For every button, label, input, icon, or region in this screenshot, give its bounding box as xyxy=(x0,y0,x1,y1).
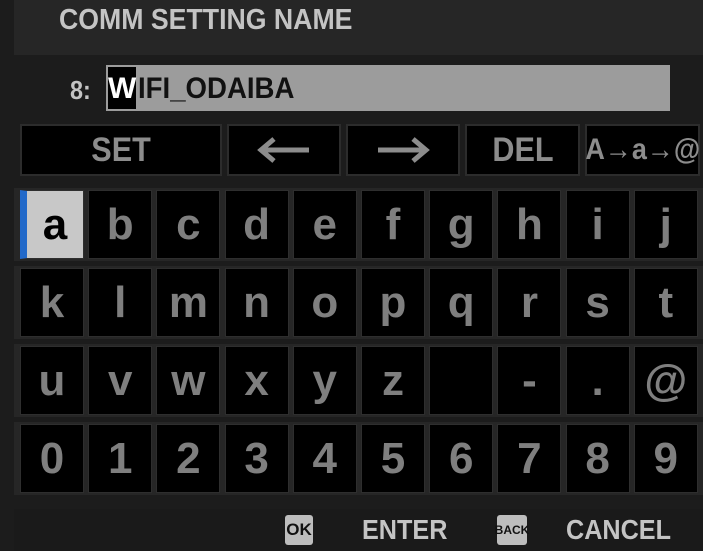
case-toggle-label: A→a→@ xyxy=(585,133,700,166)
name-entry-row: 8: W IFI_ODAIBA xyxy=(14,57,703,120)
keyboard-key[interactable]: 7 xyxy=(497,424,562,493)
keyboard-key[interactable]: x xyxy=(224,346,289,415)
keyboard-key[interactable]: y xyxy=(292,346,357,415)
keyboard-key[interactable]: 8 xyxy=(565,424,630,493)
keyboard-key[interactable]: n xyxy=(224,268,289,337)
slot-number-label: 8: xyxy=(70,75,91,105)
page-title: COMM SETTING NAME xyxy=(59,4,353,36)
keyboard-key[interactable]: 0 xyxy=(20,424,84,493)
keyboard-key[interactable]: 5 xyxy=(361,424,425,493)
keyboard-key[interactable]: f xyxy=(361,190,425,259)
keyboard-key[interactable]: - xyxy=(497,346,562,415)
keyboard-key[interactable]: q xyxy=(429,268,494,337)
keyboard-key[interactable]: 2 xyxy=(156,424,221,493)
keyboard-key[interactable]: 4 xyxy=(292,424,357,493)
keyboard-key[interactable]: z xyxy=(361,346,425,415)
keyboard-key[interactable]: e xyxy=(292,190,357,259)
header-bar: COMM SETTING NAME xyxy=(14,0,703,55)
keyboard-key[interactable]: m xyxy=(156,268,221,337)
footer-bar: OK ENTER BACK CANCEL xyxy=(14,509,703,551)
keyboard-key[interactable]: w xyxy=(156,346,221,415)
keyboard-key[interactable]: d xyxy=(224,190,289,259)
keyboard-key[interactable]: s xyxy=(565,268,630,337)
enter-label[interactable]: ENTER xyxy=(362,514,447,546)
keyboard-key[interactable]: 6 xyxy=(429,424,494,493)
keyboard-key[interactable]: @ xyxy=(633,346,698,415)
case-toggle-button[interactable]: A→a→@ xyxy=(585,124,700,176)
left-arrow-icon xyxy=(257,137,309,163)
delete-button[interactable]: DEL xyxy=(465,124,580,176)
keyboard-key[interactable]: 3 xyxy=(224,424,289,493)
keyboard-key[interactable]: o xyxy=(292,268,357,337)
text-cursor-char: W xyxy=(108,67,136,109)
back-button-icon: BACK xyxy=(495,515,529,545)
keyboard-key[interactable]: v xyxy=(88,346,153,415)
keyboard-key[interactable]: 1 xyxy=(88,424,153,493)
keyboard-key-blank xyxy=(429,346,494,415)
cancel-label[interactable]: CANCEL xyxy=(566,514,671,546)
keyboard-key[interactable]: h xyxy=(497,190,562,259)
keyboard-key[interactable]: i xyxy=(565,190,630,259)
right-arrow-icon xyxy=(378,137,430,163)
keyboard-key[interactable]: j xyxy=(633,190,698,259)
keyboard-key[interactable]: . xyxy=(565,346,630,415)
set-button[interactable]: SET xyxy=(20,124,222,176)
keyboard-key[interactable]: c xyxy=(156,190,221,259)
ok-button-icon: OK xyxy=(285,515,313,545)
character-keyboard: a b c d e f g h i j k l m n o p q r s t u v w x y z -. @0 1 2 3 4 5 6 7 8 9 xyxy=(14,188,703,504)
keyboard-key[interactable]: u xyxy=(20,346,84,415)
name-text-field[interactable]: W IFI_ODAIBA xyxy=(106,65,670,111)
set-button-label: SET xyxy=(91,130,151,169)
name-text-value: IFI_ODAIBA xyxy=(138,72,295,105)
cursor-right-button[interactable] xyxy=(346,124,460,176)
keyboard-key[interactable]: k xyxy=(20,268,84,337)
keyboard-key[interactable]: r xyxy=(497,268,562,337)
keyboard-key[interactable]: t xyxy=(633,268,698,337)
keyboard-key[interactable]: l xyxy=(88,268,153,337)
keyboard-key[interactable]: 9 xyxy=(633,424,698,493)
keyboard-key[interactable]: p xyxy=(361,268,425,337)
keyboard-key[interactable]: b xyxy=(88,190,153,259)
cursor-left-button[interactable] xyxy=(227,124,341,176)
keyboard-key[interactable]: g xyxy=(429,190,494,259)
keyboard-key-selected[interactable]: a xyxy=(20,190,84,259)
delete-button-label: DEL xyxy=(491,130,554,169)
